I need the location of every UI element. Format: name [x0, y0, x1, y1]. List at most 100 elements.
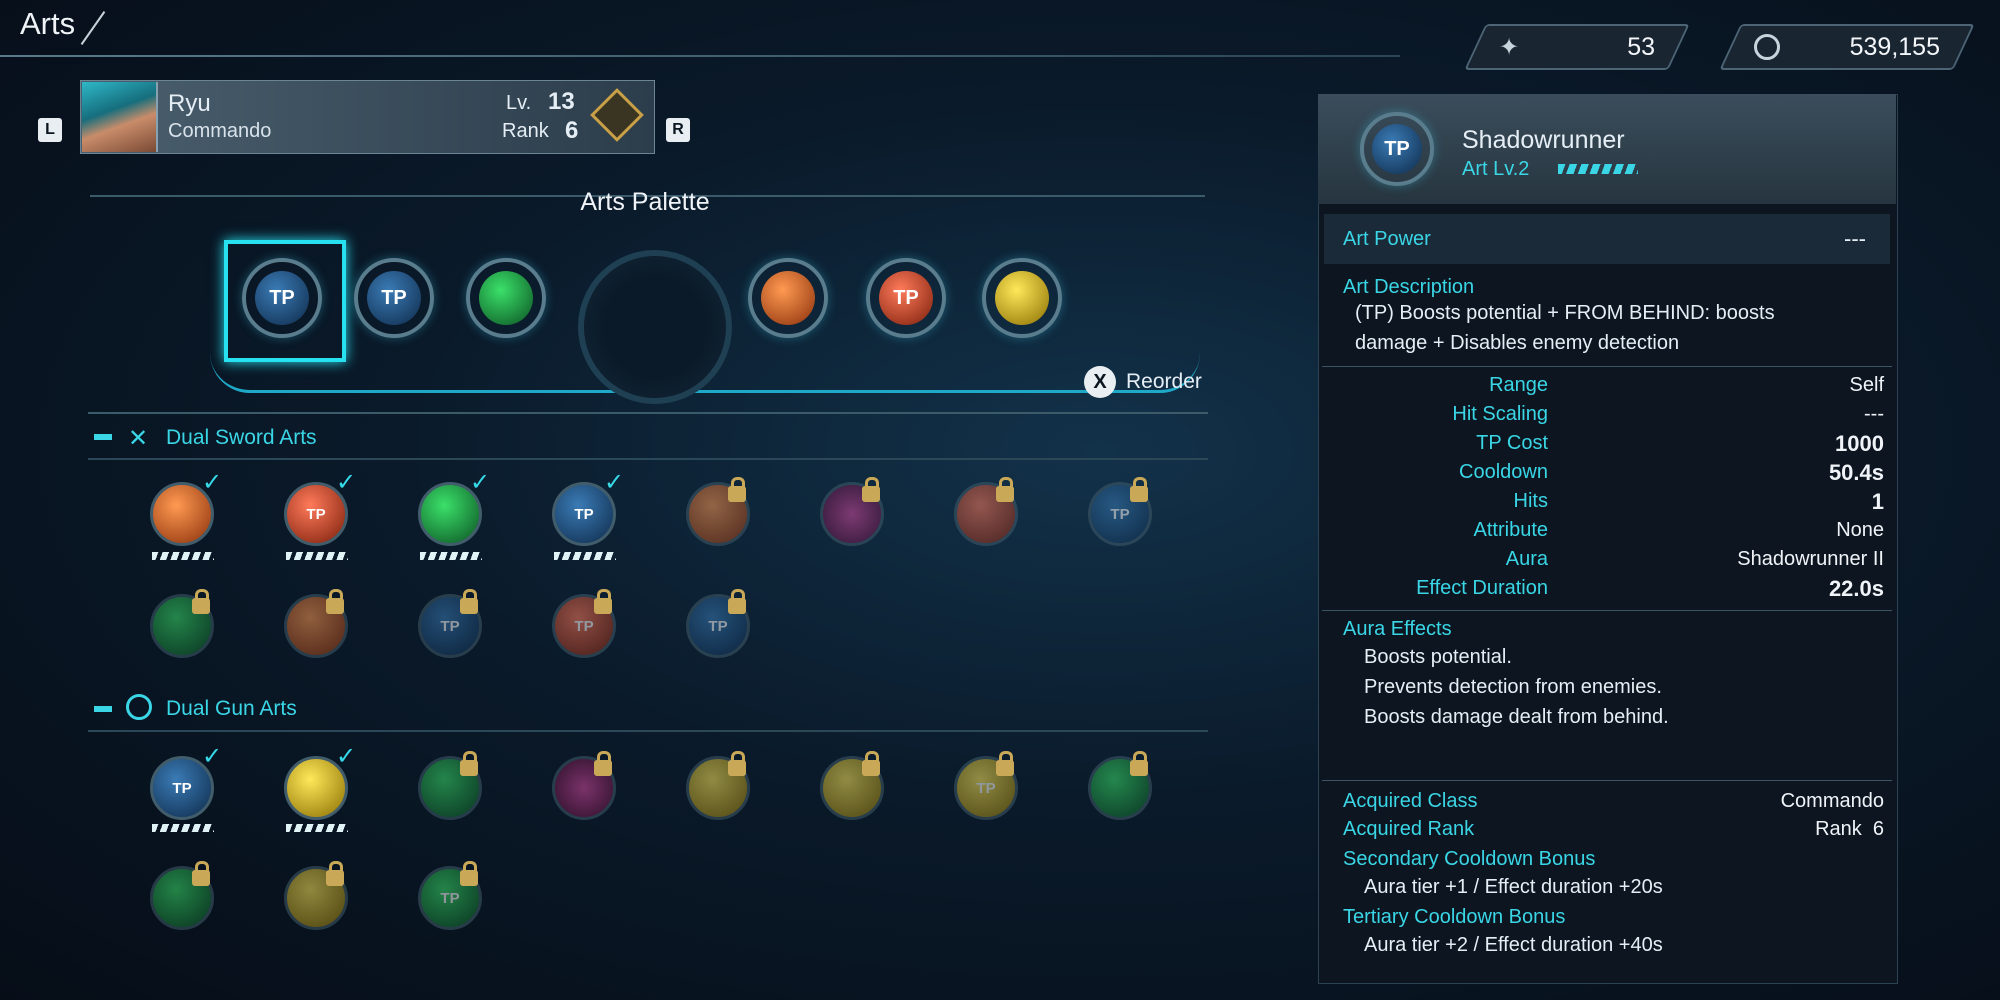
page-title: Arts	[20, 6, 76, 41]
aura-effects-label: Aura Effects	[1343, 618, 1452, 640]
level-label: Lv.	[506, 92, 532, 114]
lock-icon	[326, 861, 344, 886]
art-level-bar	[420, 552, 482, 560]
lock-icon	[326, 589, 344, 614]
art-description-label: Art Description	[1343, 276, 1475, 298]
reorder-button-icon[interactable]: X	[1084, 366, 1116, 398]
equipped-check-icon: ✓	[604, 469, 625, 496]
stat-cooldown-label: Cooldown	[1459, 461, 1548, 483]
tertiary-bonus-value: Aura tier +2 / Effect duration +40s	[1364, 934, 1663, 956]
stat-aura-value: Shadowrunner II	[1737, 548, 1884, 570]
topbar-divider	[0, 55, 1400, 57]
character-class: Commando	[168, 120, 272, 142]
acquired-rank-value: Rank 6	[1815, 818, 1884, 840]
acquired-rank-label: Acquired Rank	[1343, 818, 1475, 840]
prev-character-button[interactable]: L	[38, 118, 62, 142]
stat-range-value: Self	[1849, 374, 1884, 396]
panel-divider	[1322, 780, 1892, 781]
crosshair-icon	[126, 694, 152, 720]
coin-icon	[1754, 34, 1780, 60]
lock-icon	[996, 751, 1014, 776]
art-level-bar	[286, 824, 348, 832]
red-tp-art-icon: TP	[879, 271, 933, 325]
art-power-value: ---	[1844, 226, 1866, 251]
resource-counter-2: 539,155	[1719, 24, 1975, 70]
palette-slot-6[interactable]	[982, 258, 1062, 338]
aura-effect-2: Prevents detection from enemies.	[1364, 676, 1662, 698]
stat-range-label: Range	[1489, 374, 1548, 396]
sword-section-marker	[94, 434, 112, 440]
stat-tp-cost-label: TP Cost	[1476, 432, 1548, 454]
lock-icon	[1130, 751, 1148, 776]
sword-section-title: Dual Sword Arts	[166, 426, 317, 449]
sword-section-line	[88, 458, 1208, 460]
stat-cooldown-value: 50.4s	[1828, 460, 1884, 485]
acquired-class-label: Acquired Class	[1343, 790, 1478, 812]
art-name: Shadowrunner	[1462, 126, 1625, 154]
lock-icon	[996, 477, 1014, 502]
equipped-check-icon: ✓	[336, 469, 357, 496]
lock-icon	[728, 477, 746, 502]
lock-icon	[862, 477, 880, 502]
art-level-bar	[152, 552, 214, 560]
yellow-gun-art-icon	[995, 271, 1049, 325]
rank-value: 6	[565, 117, 579, 144]
lock-icon	[460, 751, 478, 776]
sword-section-top-line	[88, 412, 1208, 414]
art-level-bar	[1558, 164, 1638, 174]
art-description-line-2: damage + Disables enemy detection	[1355, 332, 1680, 354]
lock-icon	[728, 589, 746, 614]
art-description-line-1: (TP) Boosts potential + FROM BEHIND: boo…	[1355, 302, 1775, 324]
panel-divider	[1322, 610, 1892, 611]
dual-sword-icon: ✕	[128, 425, 149, 452]
palette-slot-3[interactable]	[466, 258, 546, 338]
rank-label: Rank	[502, 120, 549, 142]
stat-attribute-label: Attribute	[1473, 519, 1548, 541]
lock-icon	[728, 751, 746, 776]
lock-icon	[862, 751, 880, 776]
stat-tp-cost-value: 1000	[1835, 431, 1884, 456]
aura-effect-1: Boosts potential.	[1364, 646, 1512, 668]
title-slash-decoration	[80, 11, 106, 45]
resource-2-value: 539,155	[1849, 32, 1940, 61]
palette-slot-4[interactable]	[748, 258, 828, 338]
next-character-button[interactable]: R	[666, 118, 690, 142]
equipped-check-icon: ✓	[202, 743, 223, 770]
talent-art-slot[interactable]	[578, 250, 732, 404]
art-level-bar	[554, 552, 616, 560]
stat-aura-label: Aura	[1505, 548, 1548, 570]
equipped-check-icon: ✓	[470, 469, 491, 496]
character-name: Ryu	[168, 90, 211, 117]
panel-divider	[1322, 366, 1892, 367]
art-level-bar	[286, 552, 348, 560]
palette-slot-2[interactable]: TP	[354, 258, 434, 338]
equipped-check-icon: ✓	[202, 469, 223, 496]
shadowrunner-art-icon: TP	[255, 271, 309, 325]
secondary-bonus-value: Aura tier +1 / Effect duration +20s	[1364, 876, 1663, 898]
character-avatar	[82, 82, 158, 152]
stat-hits-label: Hits	[1513, 490, 1548, 512]
gun-section-line	[88, 730, 1208, 732]
rank-up-art-icon: TP	[367, 271, 421, 325]
green-sword-art-icon	[479, 271, 533, 325]
art-level: Art Lv.2	[1462, 158, 1530, 180]
stat-hit-scaling-label: Hit Scaling	[1452, 403, 1548, 425]
acquired-class-value: Commando	[1780, 790, 1884, 812]
lock-icon	[1130, 477, 1148, 502]
compass-icon: ✦	[1499, 33, 1520, 61]
palette-slot-5[interactable]: TP	[866, 258, 946, 338]
art-level-bar	[152, 824, 214, 832]
secondary-bonus-label: Secondary Cooldown Bonus	[1343, 848, 1596, 870]
stat-effect-duration-label: Effect Duration	[1416, 577, 1548, 599]
stat-hit-scaling-value: ---	[1864, 403, 1884, 425]
palette-title: Arts Palette	[580, 188, 710, 216]
lock-icon	[192, 861, 210, 886]
gun-section-marker	[94, 706, 112, 712]
orange-slash-art-icon	[761, 271, 815, 325]
aura-effect-3: Boosts damage dealt from behind.	[1364, 706, 1669, 728]
lock-icon	[460, 589, 478, 614]
art-power-label: Art Power	[1343, 228, 1431, 250]
lock-icon	[192, 589, 210, 614]
palette-slot-1[interactable]: TP	[242, 258, 322, 338]
selected-art-icon: TP	[1360, 112, 1434, 186]
